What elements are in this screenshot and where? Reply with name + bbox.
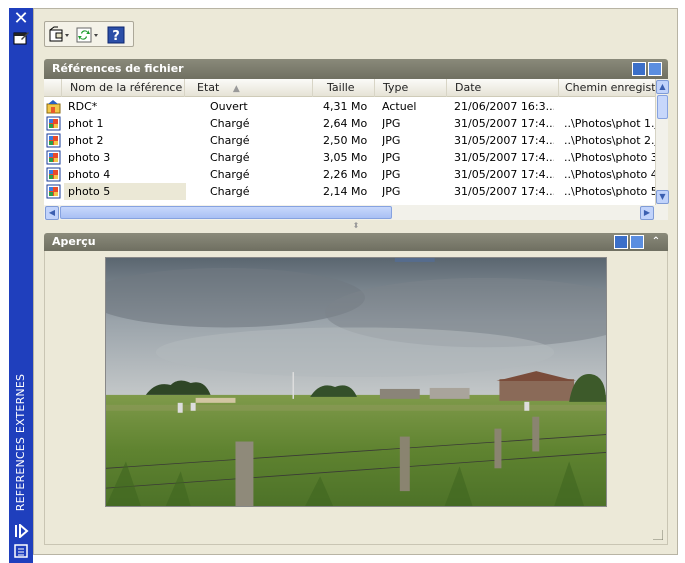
row-status: Chargé: [210, 117, 250, 130]
row-date: 31/05/2007 17:4...: [454, 117, 554, 130]
attach-dwg-button[interactable]: [48, 25, 70, 45]
row-path: ..\Photos\photo 3: [564, 151, 655, 164]
row-status: Chargé: [210, 151, 250, 164]
row-name: RDC*: [68, 100, 98, 113]
table-row[interactable]: photo 3 Chargé 3,05 Mo JPG 31/05/2007 17…: [44, 149, 655, 166]
row-name: phot 2: [68, 134, 104, 147]
help-icon: ?: [107, 26, 125, 44]
table-row[interactable]: RDC* Ouvert 4,31 Mo Actuel 21/06/2007 16…: [44, 98, 655, 115]
properties-icon[interactable]: [12, 30, 30, 46]
row-size: 2,64 Mo: [323, 117, 368, 130]
row-date: 31/05/2007 17:4...: [454, 151, 554, 164]
tree-view-icon[interactable]: [648, 62, 662, 76]
horizontal-scrollbar[interactable]: ◀ ▶: [44, 205, 668, 220]
scroll-up-icon[interactable]: ▲: [656, 80, 669, 94]
horizontal-scroll-thumb[interactable]: [60, 206, 392, 219]
image-file-icon: [46, 184, 61, 199]
scroll-left-icon[interactable]: ◀: [45, 206, 59, 220]
palette-title: REFERENCES EXTERNES: [14, 373, 28, 511]
palette-body: ? Références de fichier Nom de la référe…: [33, 8, 678, 555]
table-row[interactable]: photo 4 Chargé 2,26 Mo JPG 31/05/2007 17…: [44, 166, 655, 183]
column-header-status[interactable]: Etat ▲: [185, 79, 313, 97]
image-file-icon: [46, 116, 61, 131]
refresh-button[interactable]: [75, 25, 101, 45]
drawing-icon: [46, 100, 61, 114]
preview-title: Aperçu: [52, 235, 96, 248]
row-name: photo 5: [64, 183, 186, 200]
image-file-icon: [46, 133, 61, 148]
collapse-icon[interactable]: ⌃: [648, 233, 664, 251]
vertical-scrollbar[interactable]: ▲ ▼: [655, 79, 669, 205]
row-status: Chargé: [210, 168, 250, 181]
preview-icon[interactable]: [614, 235, 628, 249]
image-file-icon: [46, 150, 61, 165]
table-row[interactable]: phot 1 Chargé 2,64 Mo JPG 31/05/2007 17:…: [44, 115, 655, 132]
refresh-icon: [76, 27, 98, 43]
row-status: Ouvert: [210, 100, 248, 113]
row-type: JPG: [382, 151, 401, 164]
icon-column-header: [44, 79, 62, 97]
preview-pane: [44, 251, 668, 545]
xref-toolbar: ?: [44, 21, 134, 47]
menu-icon[interactable]: [12, 544, 30, 558]
image-file-icon: [46, 167, 61, 182]
scroll-right-icon[interactable]: ▶: [640, 206, 654, 220]
palette-title-bar[interactable]: ✕ REFERENCES EXTERNES: [9, 8, 33, 563]
close-icon[interactable]: ✕: [11, 9, 31, 29]
row-size: 2,14 Mo: [323, 185, 368, 198]
row-name: phot 1: [68, 117, 104, 130]
file-references-title: Références de fichier: [52, 62, 184, 75]
resize-grip-icon[interactable]: [653, 530, 663, 540]
table-row[interactable]: phot 2 Chargé 2,50 Mo JPG 31/05/2007 17:…: [44, 132, 655, 149]
table-row-selected[interactable]: photo 5 Chargé 2,14 Mo JPG 31/05/2007 17…: [44, 183, 655, 200]
row-size: 4,31 Mo: [323, 100, 368, 113]
row-type: JPG: [382, 185, 401, 198]
column-header-name[interactable]: Nom de la référence: [62, 79, 185, 97]
row-status: Chargé: [210, 134, 250, 147]
attach-dwg-icon: [49, 26, 69, 42]
row-size: 2,50 Mo: [323, 134, 368, 147]
row-status: Chargé: [210, 185, 250, 198]
column-header-type[interactable]: Type: [375, 79, 447, 97]
pane-splitter[interactable]: ⬍: [44, 221, 668, 231]
preview-header: Aperçu ⌃: [44, 233, 668, 251]
autohide-icon[interactable]: [12, 524, 30, 538]
row-path: ..\Photos\photo 4: [564, 168, 655, 181]
column-header-path[interactable]: Chemin enregistré: [559, 79, 655, 97]
row-path: ..\Photos\phot 1.j: [564, 117, 655, 130]
help-button[interactable]: ?: [107, 25, 125, 45]
landscape-photo: [105, 257, 607, 507]
row-type: JPG: [382, 117, 401, 130]
sort-arrow-icon: ▲: [232, 84, 240, 94]
row-date: 31/05/2007 17:4...: [454, 168, 554, 181]
row-type: Actuel: [382, 100, 417, 113]
row-date: 31/05/2007 17:4...: [454, 185, 554, 198]
scroll-down-icon[interactable]: ▼: [656, 190, 669, 204]
row-size: 2,26 Mo: [323, 168, 368, 181]
column-headers: Nom de la référence Etat ▲ Taille Type D…: [44, 79, 655, 97]
column-header-date[interactable]: Date: [447, 79, 559, 97]
vertical-scroll-thumb[interactable]: [657, 95, 668, 119]
row-name: photo 4: [68, 168, 111, 181]
column-header-status-label: Etat: [197, 81, 220, 94]
list-view-icon[interactable]: [632, 62, 646, 76]
details-icon[interactable]: [630, 235, 644, 249]
file-references-list: RDC* Ouvert 4,31 Mo Actuel 21/06/2007 16…: [44, 97, 655, 205]
row-path: ..\Photos\photo 5: [564, 185, 655, 198]
file-references-header: Références de fichier: [44, 59, 668, 79]
row-path: ..\Photos\phot 2.j: [564, 134, 655, 147]
row-name: photo 3: [68, 151, 111, 164]
column-header-size[interactable]: Taille: [313, 79, 375, 97]
svg-text:?: ?: [112, 29, 120, 44]
row-type: JPG: [382, 168, 401, 181]
xref-palette: ✕ REFERENCES EXTERNES ? Références de fi…: [0, 0, 685, 563]
row-date: 31/05/2007 17:4...: [454, 134, 554, 147]
row-type: JPG: [382, 134, 401, 147]
row-size: 3,05 Mo: [323, 151, 368, 164]
row-date: 21/06/2007 16:3...: [454, 100, 554, 113]
